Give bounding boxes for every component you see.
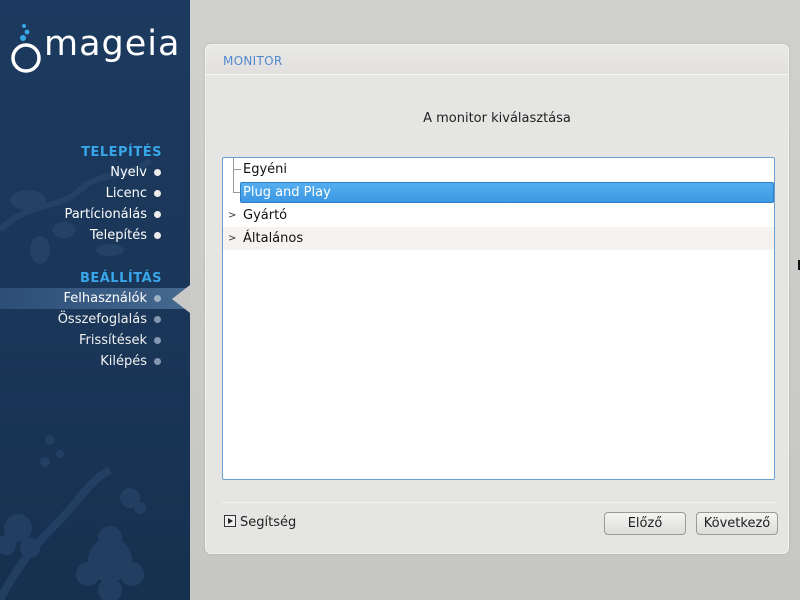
- sidebar-item-label: Licenc: [105, 186, 147, 201]
- monitor-panel: MONITOR A monitor kiválasztása Egyéni Pl…: [205, 44, 789, 554]
- sidebar-item-installation: Telepítés: [0, 225, 190, 246]
- sidebar-item-label: Kilépés: [100, 354, 147, 369]
- step-current-dot-icon: [154, 295, 161, 302]
- sidebar-item-updates: Frissítések: [0, 330, 190, 351]
- tree-item-label: Általános: [243, 231, 304, 246]
- tree-item-label: Gyártó: [243, 208, 288, 223]
- previous-button[interactable]: Előző: [604, 512, 686, 535]
- sidebar-item-language: Nyelv: [0, 162, 190, 183]
- expand-triangle-icon: [224, 515, 236, 527]
- sidebar-item-users: Felhasználók: [0, 288, 190, 309]
- step-done-dot-icon: [154, 169, 161, 176]
- section-title-configuration: BEÁLLÍTÁS: [79, 271, 162, 286]
- sidebar: mageia TELEPÍTÉS Nyelv Licenc Partícioná…: [0, 0, 190, 600]
- sidebar-item-label: Frissítések: [78, 333, 147, 348]
- logo-text: mageia: [44, 24, 181, 64]
- tree-item-label: Egyéni: [243, 162, 288, 177]
- sidebar-item-label: Felhasználók: [63, 291, 147, 306]
- step-todo-dot-icon: [154, 337, 161, 344]
- sidebar-item-label: Telepítés: [89, 228, 147, 243]
- sidebar-item-label: Nyelv: [110, 165, 147, 180]
- sidebar-item-partitioning: Partícionálás: [0, 204, 190, 225]
- step-todo-dot-icon: [154, 316, 161, 323]
- step-done-dot-icon: [154, 232, 161, 239]
- help-toggle[interactable]: Segítség: [224, 515, 296, 531]
- sidebar-item-exit: Kilépés: [0, 351, 190, 372]
- tree-item-custom[interactable]: Egyéni: [223, 158, 774, 181]
- step-done-dot-icon: [154, 211, 161, 218]
- tree-item-plug-and-play[interactable]: Plug and Play: [223, 181, 774, 204]
- panel-subtitle: A monitor kiválasztása: [423, 111, 571, 126]
- tree-item-vendor[interactable]: > Gyártó: [223, 204, 774, 227]
- sidebar-item-label: Összefoglalás: [57, 312, 147, 327]
- sidebar-item-label: Partícionálás: [64, 207, 147, 222]
- section-title-installation: TELEPÍTÉS: [81, 145, 162, 160]
- step-done-dot-icon: [154, 190, 161, 197]
- main-area: MONITOR A monitor kiválasztása Egyéni Pl…: [190, 0, 800, 600]
- expand-arrow-icon[interactable]: >: [228, 204, 236, 227]
- tree-item-generic[interactable]: > Általános: [223, 227, 774, 250]
- panel-title: MONITOR: [223, 54, 283, 68]
- next-button[interactable]: Következő: [696, 512, 778, 535]
- sidebar-item-license: Licenc: [0, 183, 190, 204]
- footer-divider: [222, 502, 775, 503]
- panel-header: MONITOR: [206, 45, 788, 75]
- expand-arrow-icon[interactable]: >: [228, 227, 236, 250]
- help-label: Segítség: [240, 515, 297, 530]
- step-todo-dot-icon: [154, 358, 161, 365]
- tree-branch-line: [233, 169, 241, 170]
- active-step-pointer-icon: [172, 285, 190, 313]
- monitor-tree[interactable]: Egyéni Plug and Play > Gyártó > Általáno…: [222, 157, 775, 480]
- sidebar-item-summary: Összefoglalás: [0, 309, 190, 330]
- tree-item-label: Plug and Play: [243, 185, 331, 200]
